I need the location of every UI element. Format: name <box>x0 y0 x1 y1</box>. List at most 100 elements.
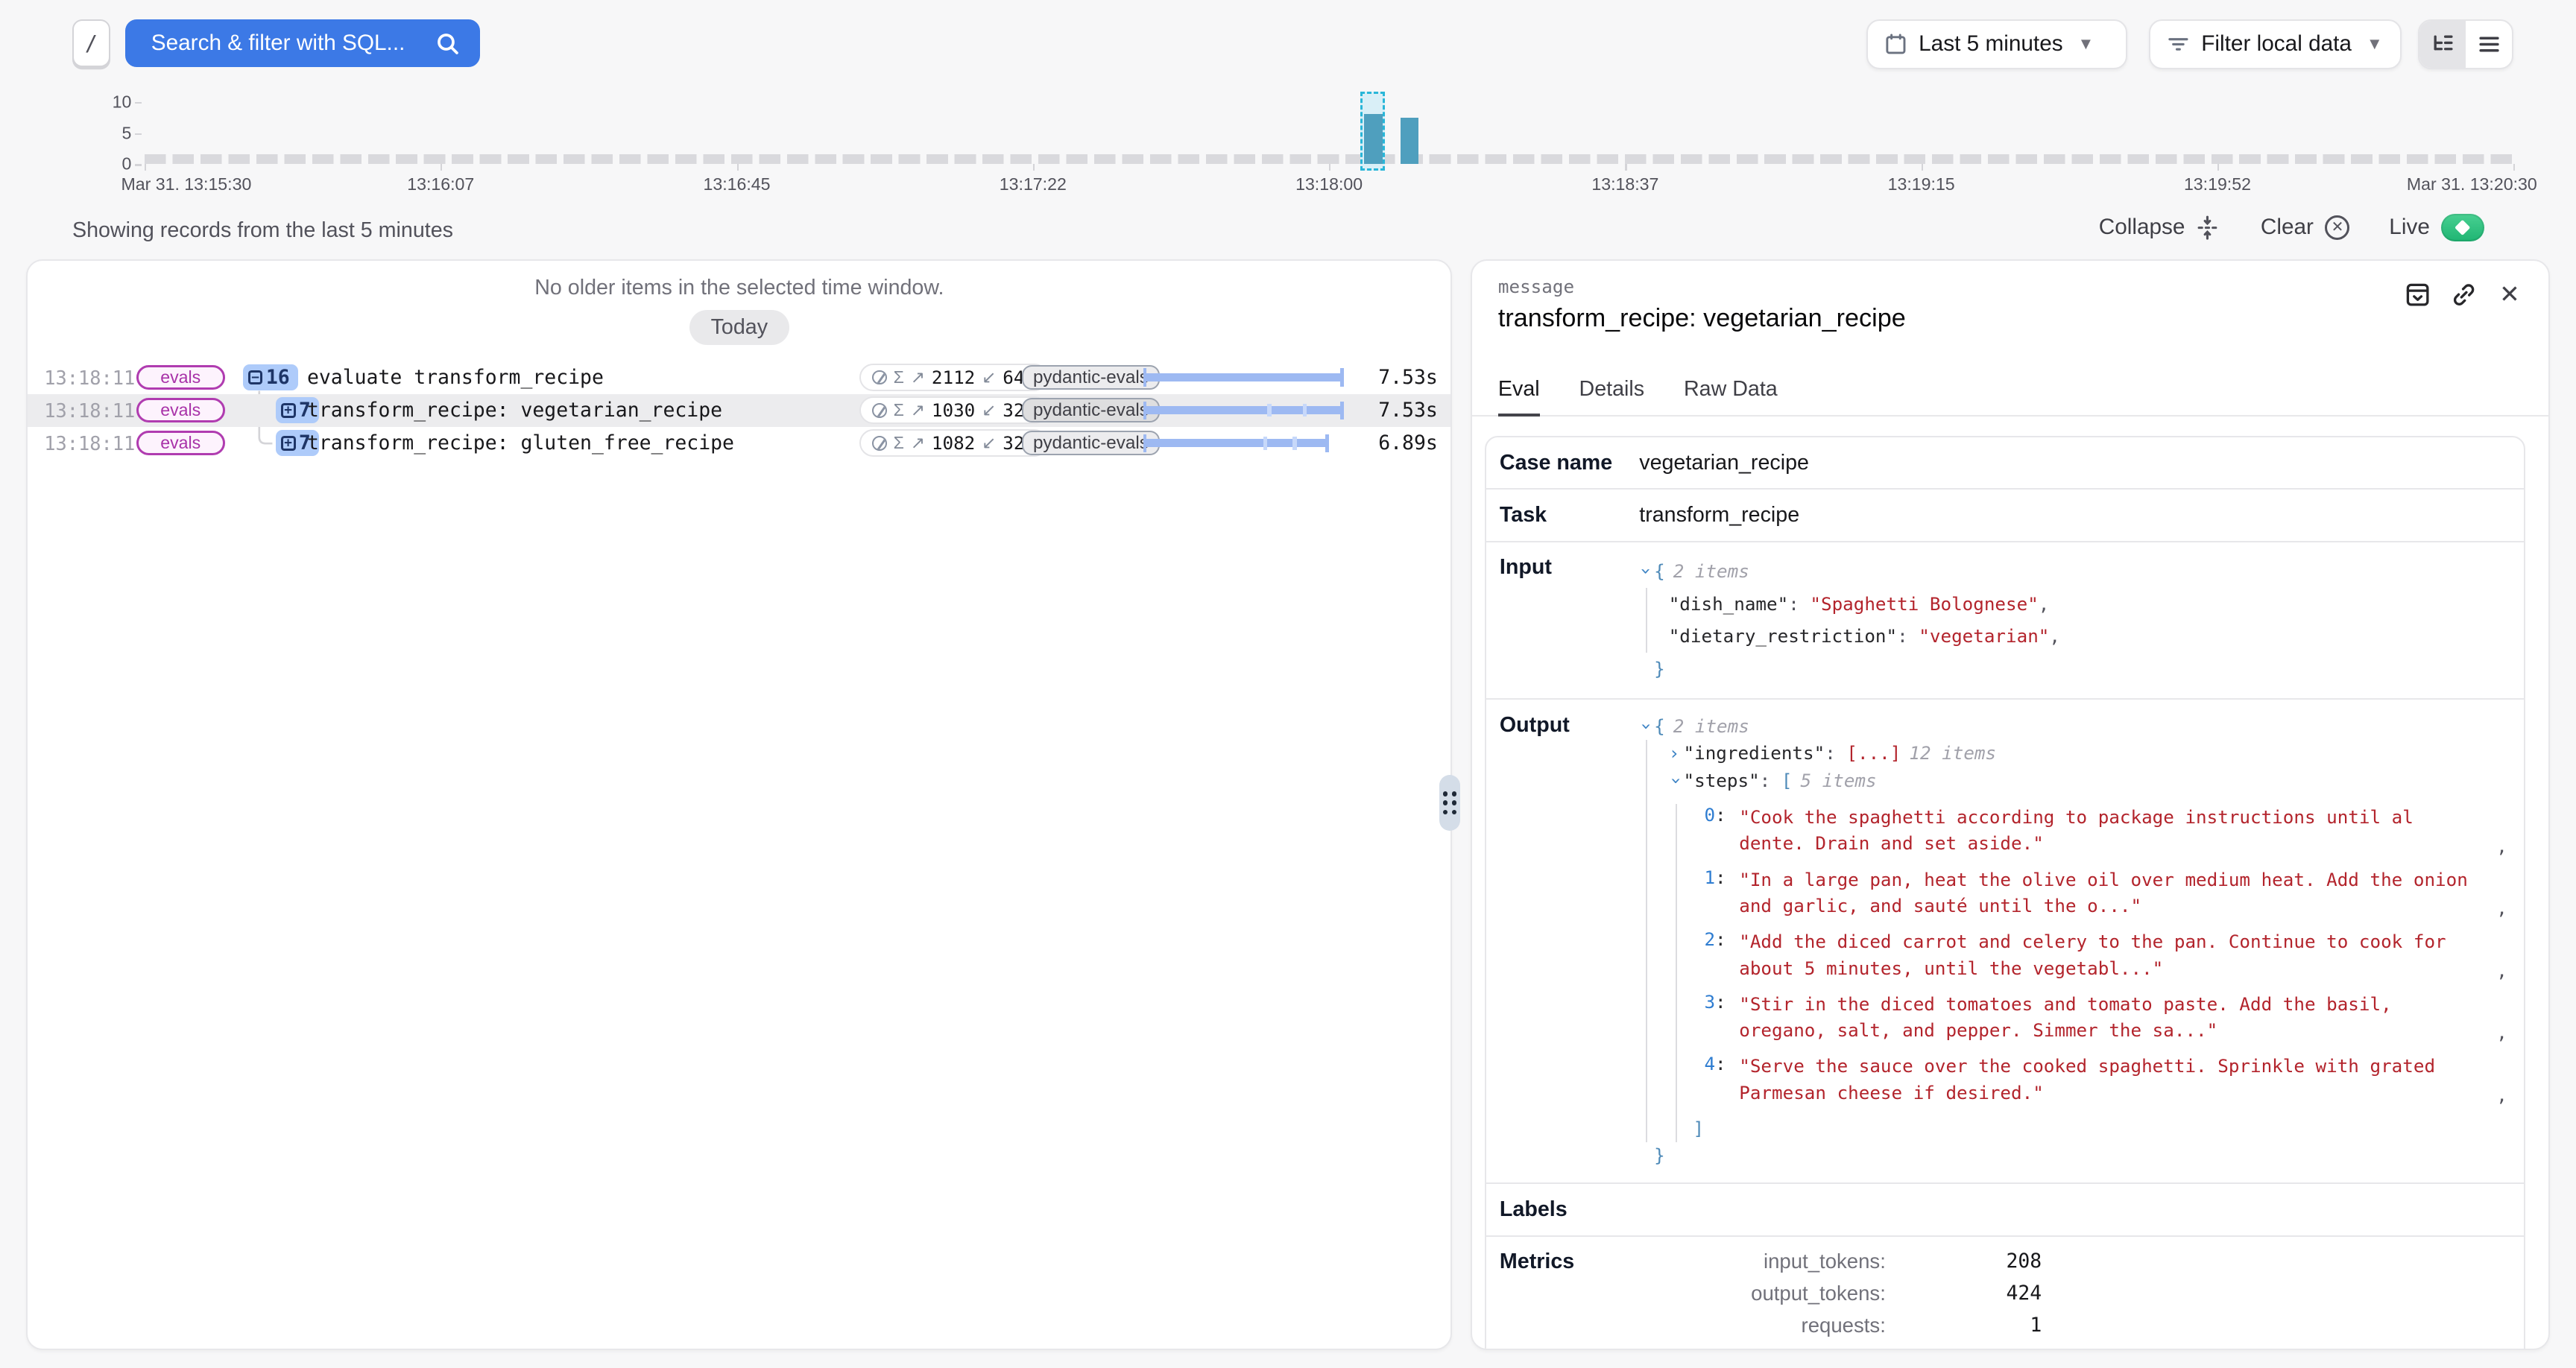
timeline-bar[interactable] <box>1401 118 1418 165</box>
expand-square-icon: + <box>281 403 296 418</box>
trace-row[interactable]: 13:18:11evals−16evaluate transform_recip… <box>28 361 1450 394</box>
search-input[interactable]: Search & filter with SQL... <box>125 19 480 67</box>
metric-value: 424 <box>1886 1282 2042 1305</box>
chevron-expanded-icon[interactable]: › <box>1630 566 1663 580</box>
json-token: ] <box>1693 1118 1705 1139</box>
chevron-expanded-icon[interactable]: › <box>1633 721 1660 735</box>
trace-row[interactable]: 13:18:11evals+7transform_recipe: gluten_… <box>28 427 1450 460</box>
x-axis-tick-label: 13:18:00 <box>1295 174 1363 194</box>
json-close-brace: } <box>1639 653 2507 685</box>
json-token: : <box>1760 770 1781 791</box>
x-axis-tick-label: Mar 31. 13:15:30 <box>121 174 251 194</box>
json-items-note: 2 items <box>1673 715 1749 737</box>
json-token: , <box>2049 625 2060 647</box>
json-key: "dietary_restriction" <box>1669 625 1897 647</box>
case-name-row: Case name vegetarian_recipe <box>1486 437 2524 490</box>
json-string-value: "Cook the spaghetti according to package… <box>1739 804 2487 856</box>
token-usage-pill: Σ↗1030↙323 <box>859 396 1049 424</box>
live-toggle-switch[interactable] <box>2441 214 2484 241</box>
chevron-collapsed-icon[interactable]: › <box>1669 740 1684 767</box>
chevron-expanded-icon[interactable]: › <box>1662 775 1689 790</box>
input-json-viewer[interactable]: ›{2 items"dish_name": "Spaghetti Bologne… <box>1639 555 2507 685</box>
span-count-badge[interactable]: −16 <box>243 364 298 390</box>
tab-details[interactable]: Details <box>1579 377 1645 414</box>
json-token: , <box>2039 593 2050 615</box>
live-diamond-icon <box>2455 219 2471 235</box>
duration-bar-tick <box>1292 437 1297 450</box>
timeline-baseline <box>145 154 2513 164</box>
service-badge: evals <box>136 365 225 390</box>
panel-resize-handle[interactable] <box>1439 775 1461 831</box>
tab-eval[interactable]: Eval <box>1498 377 1540 416</box>
link-icon[interactable] <box>2450 281 2478 308</box>
json-string-value: "Add the diced carrot and celery to the … <box>1739 928 2487 981</box>
calendar-icon <box>1884 33 1907 56</box>
json-array-item: 2:"Add the diced carrot and celery to th… <box>1690 928 2507 981</box>
list-view-button[interactable] <box>2466 21 2512 67</box>
today-pill[interactable]: Today <box>689 310 789 344</box>
filter-icon <box>2167 33 2190 56</box>
span-kind-label: message <box>1498 276 2522 297</box>
json-array-index: 3: <box>1690 991 1726 1043</box>
archive-down-icon[interactable] <box>2404 281 2431 308</box>
json-array-item: 0:"Cook the spaghetti according to packa… <box>1690 804 2507 856</box>
x-axis-tick-mark <box>145 164 146 171</box>
timeline-chart[interactable]: 0510Mar 31. 13:15:3013:16:0713:16:4513:1… <box>145 94 2513 165</box>
empty-notice: No older items in the selected time wind… <box>28 276 1450 300</box>
output-json-viewer[interactable]: ›{2 items›"ingredients": [...]12 items›"… <box>1639 713 2507 1170</box>
search-placeholder: Search & filter with SQL... <box>151 31 435 56</box>
chevron-down-icon: ▼ <box>2077 34 2094 54</box>
cost-icon <box>872 403 887 418</box>
filter-local-data-dropdown[interactable]: Filter local data ▼ <box>2149 19 2402 69</box>
metric-key: output_tokens: <box>1639 1282 1886 1305</box>
token-usage-pill: Σ↗2112↙648 <box>859 364 1049 391</box>
json-object-body: "dish_name": "Spaghetti Bolognese","diet… <box>1646 588 2507 653</box>
json-key: "ingredients" <box>1684 742 1825 764</box>
collapse-button[interactable]: Collapse <box>2099 215 2221 241</box>
x-axis-tick-mark <box>737 164 739 171</box>
trace-row[interactable]: 13:18:11evals+7transform_recipe: vegetar… <box>28 394 1450 427</box>
showing-records-text: Showing records from the last 5 minutes <box>72 218 453 243</box>
json-string-value: "vegetarian" <box>1919 625 2049 647</box>
y-axis-tick-mark <box>135 102 142 104</box>
json-entry: "dietary_restriction": "vegetarian", <box>1669 620 2507 653</box>
json-trailing-comma: , <box>2487 1084 2507 1106</box>
y-axis-tick-label: 5 <box>98 123 131 143</box>
tree-view-button[interactable] <box>2419 21 2466 67</box>
trace-row-time: 13:18:11 <box>44 367 135 389</box>
json-string-value: "Stir in the diced tomatoes and tomato p… <box>1739 991 2487 1043</box>
duration-bar-tick <box>1267 404 1272 417</box>
metric-value: 1 <box>1886 1314 2042 1337</box>
timeline-bar[interactable] <box>1364 114 1382 164</box>
task-row: Task transform_recipe <box>1486 490 2524 542</box>
live-toggle[interactable]: Live <box>2389 214 2484 241</box>
x-axis-tick-mark <box>2217 164 2219 171</box>
input-token-count: 1082 <box>932 432 975 454</box>
clear-button[interactable]: Clear ✕ <box>2261 215 2350 240</box>
eval-table: Case name vegetarian_recipe Task transfo… <box>1485 436 2525 1350</box>
token-usage-pill: Σ↗1082↙325 <box>859 429 1049 457</box>
service-tag: pydantic-evals <box>1022 398 1160 422</box>
live-label: Live <box>2389 215 2430 240</box>
json-steps-array: 0:"Cook the spaghetti according to packa… <box>1676 804 2507 1142</box>
input-token-count: 1030 <box>932 399 975 421</box>
x-axis-tick-label: 13:19:15 <box>1888 174 1955 194</box>
close-icon[interactable]: ✕ <box>2496 281 2523 308</box>
task-value: transform_recipe <box>1639 503 1799 528</box>
expand-square-icon: + <box>281 436 296 451</box>
duration-bar-tick <box>1303 404 1307 417</box>
x-axis-tick-mark <box>441 164 442 171</box>
cost-icon <box>872 436 887 451</box>
json-close-brace: } <box>1639 1142 2507 1169</box>
time-range-dropdown[interactable]: Last 5 minutes ▼ <box>1866 19 2127 69</box>
json-entry-steps: ›"steps": [5 items <box>1669 767 2507 794</box>
x-axis-tick-mark <box>2513 164 2515 171</box>
json-trailing-comma: , <box>2487 897 2507 919</box>
json-string-value: "Spaghetti Bolognese" <box>1810 593 2038 615</box>
json-key: "dish_name" <box>1669 593 1789 615</box>
tab-raw-data[interactable]: Raw Data <box>1684 377 1778 414</box>
duration-bar-cap <box>1143 402 1146 419</box>
json-array-item: 4:"Serve the sauce over the cooked spagh… <box>1690 1053 2507 1105</box>
cost-icon <box>872 370 887 385</box>
json-object-body: ›"ingredients": [...]12 items›"steps": [… <box>1646 740 2507 1142</box>
